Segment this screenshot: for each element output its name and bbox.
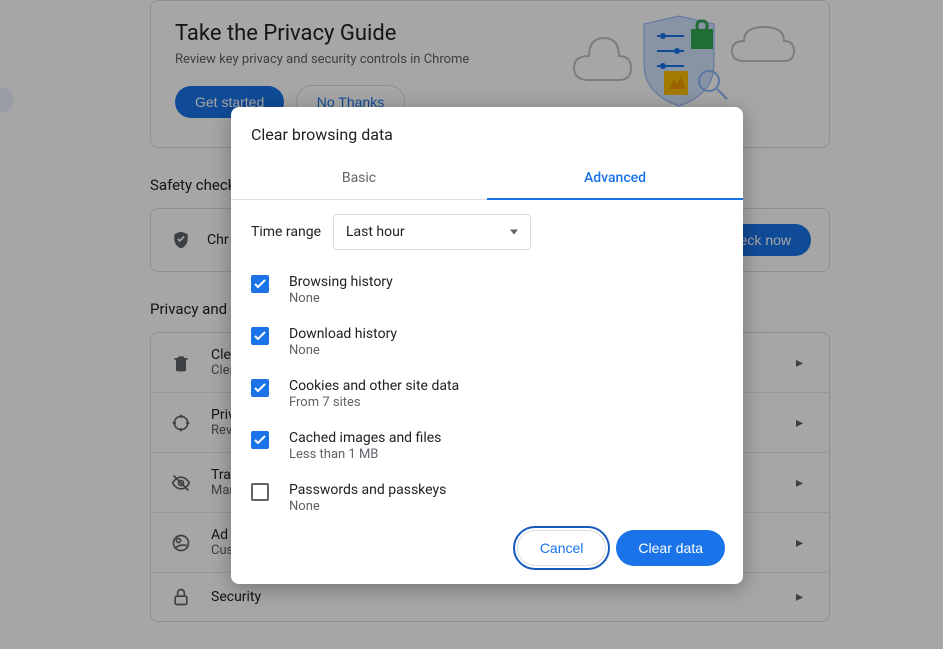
item-title: Download history (289, 326, 397, 342)
dialog-footer: Cancel Clear data (231, 516, 743, 584)
dialog-title: Clear browsing data (231, 107, 743, 158)
item-title: Passwords and passkeys (289, 482, 446, 498)
item-sub: Less than 1 MB (289, 447, 441, 462)
tab-basic[interactable]: Basic (231, 158, 487, 199)
item-title: Cookies and other site data (289, 378, 459, 394)
item-title: Cached images and files (289, 430, 441, 446)
time-range-select[interactable]: Last hour (333, 214, 531, 250)
item-cookies: Cookies and other site data From 7 sites (251, 370, 723, 422)
time-range-label: Time range (251, 224, 333, 240)
dialog-tabs: Basic Advanced (231, 158, 743, 200)
item-sub: None (289, 343, 397, 358)
checkbox-browsing-history[interactable] (251, 275, 269, 293)
item-download-history: Download history None (251, 318, 723, 370)
clear-browsing-data-dialog: Clear browsing data Basic Advanced Time … (231, 107, 743, 584)
item-title: Browsing history (289, 274, 393, 290)
item-cached-images: Cached images and files Less than 1 MB (251, 422, 723, 474)
cancel-button[interactable]: Cancel (517, 530, 607, 566)
checkbox-download-history[interactable] (251, 327, 269, 345)
item-sub: None (289, 291, 393, 306)
item-passwords: Passwords and passkeys None (251, 474, 723, 516)
item-browsing-history: Browsing history None (251, 266, 723, 318)
dropdown-caret-icon (510, 230, 518, 235)
checkbox-passwords[interactable] (251, 483, 269, 501)
tab-advanced[interactable]: Advanced (487, 158, 743, 200)
checkbox-cached-images[interactable] (251, 431, 269, 449)
item-sub: None (289, 499, 446, 514)
dialog-body[interactable]: Time range Last hour Browsing history No… (231, 200, 743, 516)
clear-data-button[interactable]: Clear data (616, 530, 725, 566)
item-sub: From 7 sites (289, 395, 459, 410)
time-range-value: Last hour (346, 224, 405, 240)
checkbox-cookies[interactable] (251, 379, 269, 397)
